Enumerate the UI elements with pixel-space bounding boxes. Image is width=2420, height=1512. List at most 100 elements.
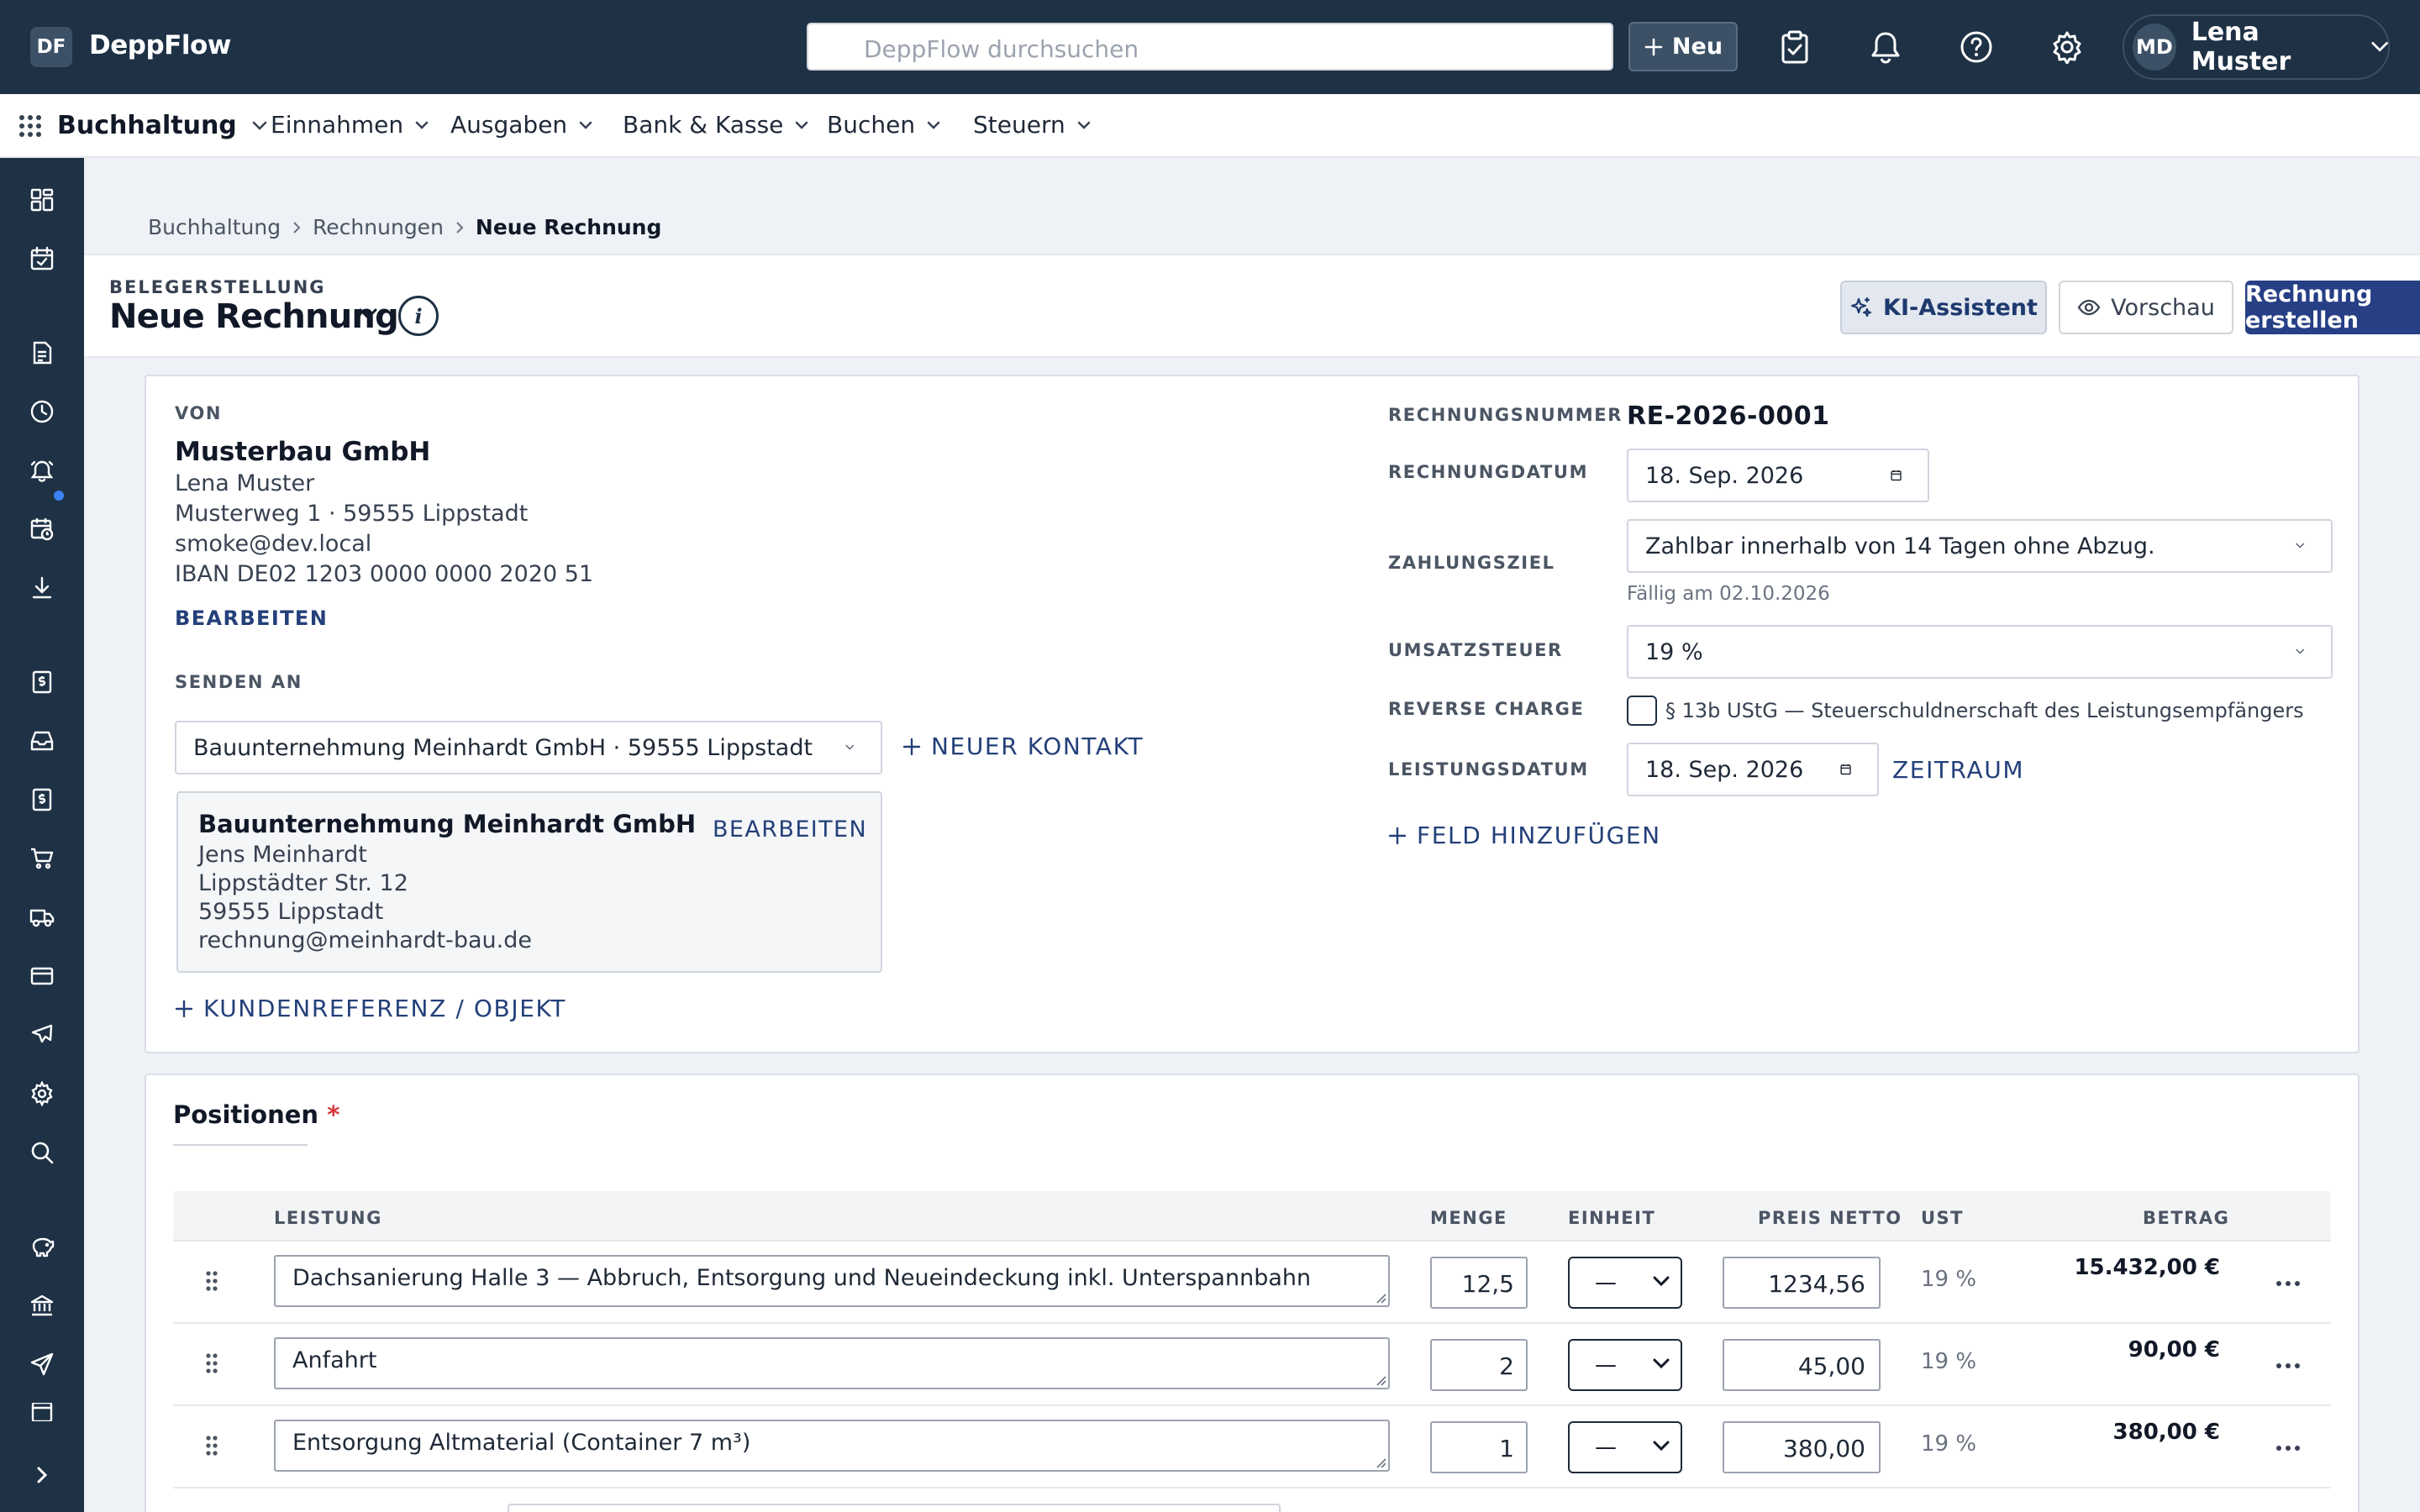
search-icon[interactable] bbox=[25, 1136, 59, 1169]
apps-grid-icon[interactable] bbox=[18, 114, 42, 138]
nav-bank-kasse[interactable]: Bank & Kasse bbox=[623, 111, 808, 139]
page-overline: BELEGERSTELLUNG bbox=[109, 277, 326, 297]
breadcrumb-buchhaltung[interactable]: Buchhaltung bbox=[148, 215, 281, 239]
positions-table-header: LEISTUNG MENGE EINHEIT PREIS NETTO UST B… bbox=[173, 1191, 2331, 1242]
invoice-icon[interactable] bbox=[25, 336, 59, 370]
service-date-input[interactable]: 18. Sep. 2026 bbox=[1627, 743, 1879, 796]
settings-icon[interactable] bbox=[25, 1077, 59, 1110]
inbox-icon[interactable] bbox=[25, 724, 59, 758]
calendar-clock-icon[interactable] bbox=[25, 512, 59, 546]
position-price-input[interactable]: 1234,56 bbox=[1723, 1257, 1881, 1309]
info-icon[interactable]: i bbox=[398, 296, 439, 336]
position-unit-select[interactable]: — bbox=[1568, 1257, 1682, 1309]
module-switcher[interactable]: Buchhaltung bbox=[57, 111, 267, 140]
invoice-date-input[interactable]: 18. Sep. 2026 bbox=[1627, 449, 1929, 502]
position-unit: — bbox=[1595, 1435, 1617, 1460]
app-name[interactable]: DeppFlow bbox=[89, 30, 231, 60]
position-vat: 19 % bbox=[1921, 1431, 1977, 1457]
positions-title: Positionen * bbox=[173, 1100, 339, 1129]
position-price-input[interactable]: 380,00 bbox=[1723, 1421, 1881, 1473]
document-icon[interactable] bbox=[25, 1403, 59, 1421]
nav-buchen[interactable]: Buchen bbox=[827, 111, 940, 139]
from-company: Musterbau GmbH bbox=[175, 437, 431, 467]
recipient-company: Bauunternehmung Meinhardt GmbH bbox=[198, 810, 697, 838]
plane-icon[interactable] bbox=[25, 1018, 59, 1052]
gear-icon[interactable] bbox=[2049, 29, 2086, 66]
customer-reference-link[interactable]: KUNDENREFERENZ / OBJEKT bbox=[175, 995, 566, 1022]
truck-icon[interactable] bbox=[25, 900, 59, 934]
add-field-link[interactable]: FELD HINZUFÜGEN bbox=[1388, 822, 1661, 849]
drag-handle-icon[interactable] bbox=[205, 1270, 218, 1292]
col-ust: UST bbox=[1921, 1208, 1965, 1228]
position-description-input[interactable]: Anfahrt bbox=[274, 1337, 1390, 1389]
nav-label: Buchen bbox=[827, 111, 916, 139]
position-unit-select[interactable]: — bbox=[1568, 1339, 1682, 1391]
left-rail bbox=[0, 158, 84, 1512]
bank-icon[interactable] bbox=[25, 1289, 59, 1322]
more-options-icon[interactable] bbox=[2275, 1362, 2301, 1369]
position-price-input[interactable]: 45,00 bbox=[1723, 1339, 1881, 1391]
resize-handle-icon[interactable] bbox=[1375, 1374, 1386, 1386]
next-row-input[interactable] bbox=[508, 1504, 1281, 1512]
position-qty-input[interactable]: 2 bbox=[1430, 1339, 1528, 1391]
drag-handle-icon[interactable] bbox=[205, 1435, 218, 1457]
user-menu[interactable]: MD Lena Muster bbox=[2123, 14, 2390, 80]
help-icon[interactable] bbox=[1958, 29, 1995, 66]
period-link[interactable]: ZEITRAUM bbox=[1892, 756, 2024, 784]
clock-icon[interactable] bbox=[25, 395, 59, 428]
position-unit-select[interactable]: — bbox=[1568, 1421, 1682, 1473]
vat-select[interactable]: 19 % bbox=[1627, 625, 2333, 679]
recipient-select[interactable]: Bauunternehmung Meinhardt GmbH · 59555 L… bbox=[175, 721, 882, 774]
bell-icon[interactable] bbox=[1867, 29, 1904, 66]
new-button[interactable]: Neu bbox=[1628, 22, 1738, 71]
calendar-check-icon[interactable] bbox=[25, 242, 59, 276]
send-icon[interactable] bbox=[25, 1347, 59, 1381]
nav-steuern[interactable]: Steuern bbox=[973, 111, 1091, 139]
drag-handle-icon[interactable] bbox=[205, 1352, 218, 1374]
alarm-bell-icon[interactable] bbox=[25, 454, 59, 487]
payment-terms-select[interactable]: Zahlbar innerhalb von 14 Tagen ohne Abzu… bbox=[1627, 519, 2333, 573]
breadcrumb-rechnungen[interactable]: Rechnungen bbox=[313, 215, 444, 239]
from-edit-link[interactable]: BEARBEITEN bbox=[175, 606, 328, 630]
recipient-edit-link[interactable]: BEARBEITEN bbox=[713, 816, 867, 843]
download-icon[interactable] bbox=[25, 571, 59, 605]
add-field-label: FELD HINZUFÜGEN bbox=[1417, 822, 1661, 849]
invoice-number: RE-2026-0001 bbox=[1627, 402, 1830, 431]
expense-icon[interactable] bbox=[25, 783, 59, 816]
ki-assistant-button[interactable]: KI-Assistent bbox=[1840, 281, 2047, 334]
col-einheit: EINHEIT bbox=[1568, 1208, 1656, 1228]
resize-handle-icon[interactable] bbox=[1375, 1292, 1386, 1304]
piggy-bank-icon[interactable] bbox=[25, 1230, 59, 1263]
required-mark: * bbox=[327, 1100, 340, 1129]
chevron-down-icon bbox=[927, 121, 940, 129]
create-invoice-button[interactable]: Rechnung erstellen bbox=[2245, 281, 2420, 334]
position-description-input[interactable]: Entsorgung Altmaterial (Container 7 m³) bbox=[274, 1420, 1390, 1472]
position-description: Anfahrt bbox=[292, 1347, 377, 1373]
chevron-down-icon[interactable] bbox=[358, 307, 378, 321]
clipboard-check-icon[interactable] bbox=[1776, 29, 1813, 66]
credit-card-icon[interactable] bbox=[25, 959, 59, 993]
position-description-input[interactable]: Dachsanierung Halle 3 — Abbruch, Entsorg… bbox=[274, 1255, 1390, 1307]
preview-button[interactable]: Vorschau bbox=[2059, 281, 2233, 334]
cart-icon[interactable] bbox=[25, 842, 59, 875]
position-description: Entsorgung Altmaterial (Container 7 m³) bbox=[292, 1430, 751, 1456]
from-iban: IBAN DE02 1203 0000 0000 2020 51 bbox=[175, 561, 594, 587]
global-search-input[interactable]: DeppFlow durchsuchen bbox=[807, 23, 1613, 71]
new-button-label: Neu bbox=[1671, 34, 1723, 60]
position-qty-input[interactable]: 1 bbox=[1430, 1421, 1528, 1473]
position-vat: 19 % bbox=[1921, 1349, 1977, 1374]
dashboard-icon[interactable] bbox=[25, 183, 59, 217]
reverse-charge-checkbox[interactable] bbox=[1627, 696, 1657, 726]
more-options-icon[interactable] bbox=[2275, 1280, 2301, 1287]
expand-sidebar-icon[interactable] bbox=[25, 1458, 59, 1492]
app-logo[interactable]: DF bbox=[30, 27, 72, 67]
notification-dot bbox=[54, 491, 64, 501]
search-placeholder: DeppFlow durchsuchen bbox=[864, 35, 1139, 63]
nav-ausgaben[interactable]: Ausgaben bbox=[450, 111, 592, 139]
position-qty-input[interactable]: 12,5 bbox=[1430, 1257, 1528, 1309]
resize-handle-icon[interactable] bbox=[1375, 1457, 1386, 1468]
nav-einnahmen[interactable]: Einnahmen bbox=[271, 111, 429, 139]
new-contact-link[interactable]: NEUER KONTAKT bbox=[902, 732, 1144, 760]
more-options-icon[interactable] bbox=[2275, 1445, 2301, 1452]
receipt-dollar-icon[interactable] bbox=[25, 665, 59, 699]
